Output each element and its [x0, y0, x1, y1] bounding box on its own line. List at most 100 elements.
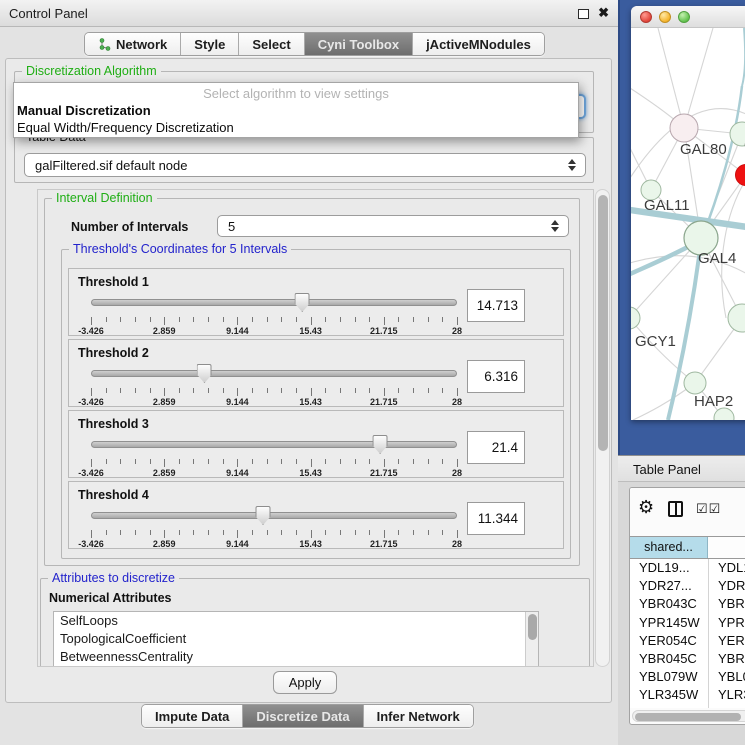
slider-track[interactable]: [91, 512, 457, 519]
tab-jactivemnodules[interactable]: jActiveMNodules: [413, 33, 544, 55]
threshold-value-field[interactable]: [467, 431, 525, 464]
table-data-combo[interactable]: galFiltered.sif default node: [24, 153, 586, 177]
network-thick-edges: [631, 28, 745, 420]
table-row[interactable]: YER054CYER0: [630, 632, 745, 650]
network-view-window[interactable]: GAL80 G C GAL11 GAL4 GCY1 H HAP2: [631, 6, 745, 420]
attribute-item[interactable]: TopologicalCoefficient: [54, 630, 538, 648]
network-window-frame: GAL80 G C GAL11 GAL4 GCY1 H HAP2: [618, 0, 745, 455]
group-title: Discretization Algorithm: [22, 64, 161, 78]
network-window-titlebar: [631, 6, 745, 28]
table-panel-title: Table Panel: [633, 462, 701, 477]
node-gal80[interactable]: [670, 114, 698, 142]
node-gcy1[interactable]: [631, 307, 640, 329]
table-hscroll-thumb[interactable]: [635, 713, 741, 721]
cell-name[interactable]: YBL0: [708, 668, 745, 686]
tab-select[interactable]: Select: [239, 33, 304, 55]
table-row[interactable]: YLR345WYLR3: [630, 686, 745, 704]
column-header-shared[interactable]: shared...: [630, 537, 708, 558]
threshold-slider[interactable]: -3.4262.8599.14415.4321.71528: [91, 435, 457, 475]
tab-cyni-toolbox[interactable]: Cyni Toolbox: [305, 33, 413, 55]
dropdown-option-manual[interactable]: Manual Discretization: [14, 102, 578, 119]
table-toolbar: ⚙ ☑☑: [630, 488, 745, 534]
cell-name[interactable]: YER0: [708, 632, 745, 650]
control-panel-titlebar: Control Panel ✖: [0, 0, 618, 27]
cell-name[interactable]: YBR0: [708, 595, 745, 613]
slider-handle[interactable]: [373, 435, 388, 454]
table-row[interactable]: YIL052CYIL0: [630, 705, 745, 709]
apply-button[interactable]: Apply: [273, 671, 337, 694]
slider-handle[interactable]: [295, 293, 310, 312]
node-partial-h[interactable]: [728, 304, 745, 332]
settings-scrollpane: Interval Definition Number of Intervals …: [37, 189, 594, 667]
threshold-row: Threshold 4 -3.4262.8599.14415.4321.7152…: [68, 481, 564, 549]
tab-network[interactable]: Network: [85, 33, 181, 55]
slider-tick-labels: -3.4262.8599.14415.4321.71528: [91, 397, 457, 408]
stepper-icon: [568, 159, 576, 171]
threshold-label: Threshold 4: [78, 488, 149, 502]
tab-label: Style: [194, 37, 225, 52]
numerical-attributes-list[interactable]: SelfLoopsTopologicalCoefficientBetweenne…: [53, 611, 539, 667]
cell-name[interactable]: YDR2: [708, 577, 745, 595]
table-row[interactable]: YBR045CYBR0: [630, 650, 745, 668]
split-columns-icon[interactable]: [668, 501, 683, 517]
cell-shared-name[interactable]: YDR27...: [630, 577, 708, 595]
cell-shared-name[interactable]: YIL052C: [630, 705, 708, 709]
close-traffic-light-icon[interactable]: [640, 11, 652, 23]
table-horizontal-scrollbar[interactable]: [632, 710, 745, 722]
cell-name[interactable]: YIL0: [708, 705, 745, 709]
node-label-gcy1: GCY1: [635, 333, 676, 350]
table-data-combo-value: galFiltered.sif default node: [35, 158, 187, 173]
slider-track[interactable]: [91, 299, 457, 306]
cell-name[interactable]: YDL1: [708, 559, 745, 577]
threshold-slider[interactable]: -3.4262.8599.14415.4321.71528: [91, 293, 457, 333]
number-of-intervals-combo[interactable]: 5: [217, 215, 569, 237]
dropdown-option-equal-width[interactable]: Equal Width/Frequency Discretization: [14, 119, 578, 136]
cell-shared-name[interactable]: YDL19...: [630, 559, 708, 577]
zoom-traffic-light-icon[interactable]: [678, 11, 690, 23]
threshold-value-field[interactable]: [467, 502, 525, 535]
gear-icon[interactable]: ⚙: [638, 497, 654, 518]
threshold-slider[interactable]: -3.4262.8599.14415.4321.71528: [91, 506, 457, 546]
table-row[interactable]: YBR043CYBR0: [630, 595, 745, 613]
threshold-value-field[interactable]: [467, 289, 525, 322]
table-row[interactable]: YBL079WYBL0: [630, 668, 745, 686]
minimize-traffic-light-icon[interactable]: [659, 11, 671, 23]
cell-name[interactable]: YBR0: [708, 650, 745, 668]
cell-shared-name[interactable]: YBR043C: [630, 595, 708, 613]
tab-label: Infer Network: [377, 709, 460, 724]
slider-track[interactable]: [91, 441, 457, 448]
slider-handle[interactable]: [197, 364, 212, 383]
checkbox-icons[interactable]: ☑☑: [696, 501, 721, 517]
table-row[interactable]: YDR27...YDR2: [630, 577, 745, 595]
attribute-item[interactable]: SelfLoops: [54, 612, 538, 630]
tab-discretize-data[interactable]: Discretize Data: [243, 705, 363, 727]
panel-scrollbar-thumb[interactable]: [598, 195, 608, 451]
threshold-value-field[interactable]: [467, 360, 525, 393]
table-row[interactable]: YPR145WYPR1: [630, 614, 745, 632]
cell-shared-name[interactable]: YER054C: [630, 632, 708, 650]
cell-name[interactable]: YPR1: [708, 614, 745, 632]
panel-scrollbar[interactable]: [595, 189, 610, 667]
list-scrollbar-thumb[interactable]: [528, 614, 537, 640]
tab-impute-data[interactable]: Impute Data: [142, 705, 243, 727]
cell-shared-name[interactable]: YBL079W: [630, 668, 708, 686]
threshold-slider[interactable]: -3.4262.8599.14415.4321.71528: [91, 364, 457, 404]
cell-name[interactable]: YLR3: [708, 686, 745, 704]
tab-infer-network[interactable]: Infer Network: [364, 705, 473, 727]
close-icon[interactable]: ✖: [598, 5, 609, 21]
float-window-icon[interactable]: [578, 9, 589, 19]
slider-tick-labels: -3.4262.8599.14415.4321.71528: [91, 539, 457, 550]
attribute-item[interactable]: BetweennessCentrality: [54, 648, 538, 666]
tab-style[interactable]: Style: [181, 33, 239, 55]
network-icon: [98, 38, 111, 51]
node-hap2[interactable]: [684, 372, 706, 394]
cell-shared-name[interactable]: YLR345W: [630, 686, 708, 704]
cell-shared-name[interactable]: YBR045C: [630, 650, 708, 668]
column-header-name[interactable]: na: [708, 537, 745, 558]
cell-shared-name[interactable]: YPR145W: [630, 614, 708, 632]
list-scrollbar[interactable]: [525, 612, 538, 667]
slider-track[interactable]: [91, 370, 457, 377]
slider-handle[interactable]: [256, 506, 271, 525]
network-canvas[interactable]: GAL80 G C GAL11 GAL4 GCY1 H HAP2: [631, 28, 745, 420]
table-row[interactable]: YDL19...YDL1: [630, 559, 745, 577]
